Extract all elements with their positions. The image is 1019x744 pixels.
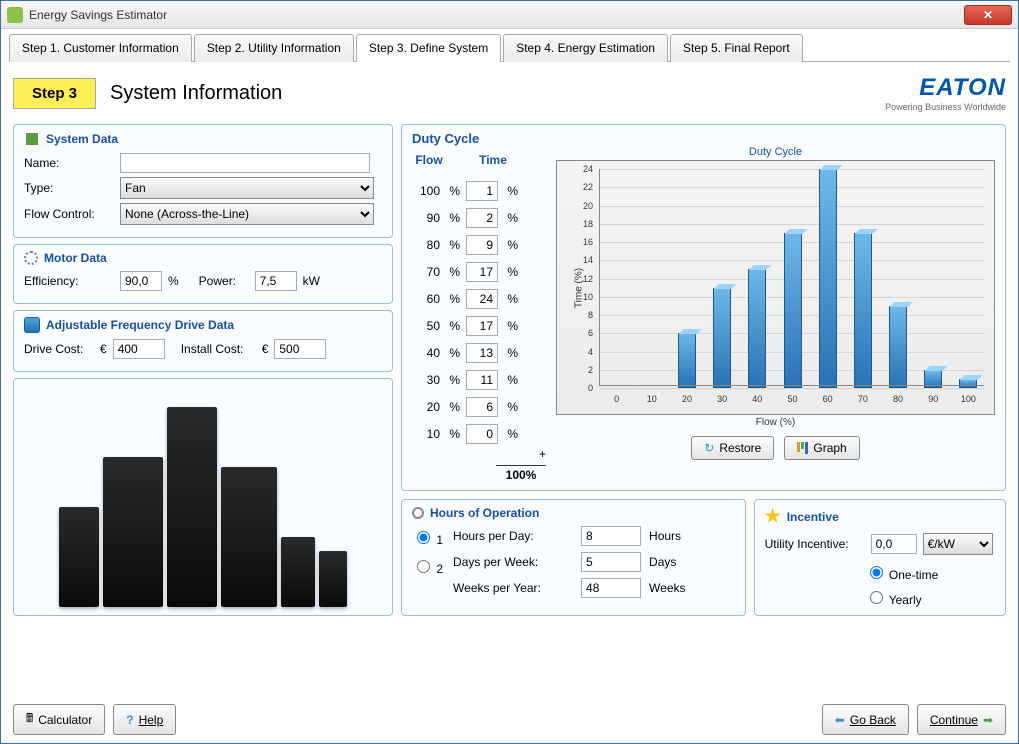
afd-panel: Adjustable Frequency Drive Data Drive Co… [13, 310, 393, 372]
tab-step-1[interactable]: Step 1. Customer Information [9, 34, 192, 62]
system-data-panel: System Data Name: Type:Fan Flow Control:… [13, 124, 393, 238]
days-per-week-input[interactable] [581, 552, 641, 572]
duty-row: 100%% [412, 177, 546, 204]
duty-time-input-50[interactable] [466, 316, 498, 336]
incentive-onetime[interactable]: One-time [865, 568, 939, 582]
chart-bar [889, 302, 907, 388]
incentive-input[interactable] [871, 534, 917, 554]
window-title: Energy Savings Estimator [29, 8, 964, 22]
duty-time-input-60[interactable] [466, 289, 498, 309]
duty-row: 50%% [412, 312, 546, 339]
duty-row: 80%% [412, 231, 546, 258]
duty-time-input-80[interactable] [466, 235, 498, 255]
tab-step-3[interactable]: Step 3. Define System [356, 34, 501, 62]
duty-time-input-10[interactable] [466, 424, 498, 444]
duty-row: 70%% [412, 258, 546, 285]
duty-row: 90%% [412, 204, 546, 231]
duty-time-input-30[interactable] [466, 370, 498, 390]
restore-button[interactable]: ↻Restore [691, 436, 774, 460]
duty-row: 10%% [412, 420, 546, 447]
drive-cost-input[interactable] [113, 339, 165, 359]
duty-cycle-panel: Duty Cycle Flow Time 100%%90%%80%%70%%60… [401, 124, 1006, 491]
duty-row: 60%% [412, 285, 546, 312]
duty-time-input-40[interactable] [466, 343, 498, 363]
weeks-per-year-input[interactable] [581, 578, 641, 598]
duty-time-input-90[interactable] [466, 208, 498, 228]
name-input[interactable] [120, 153, 370, 173]
chart-bar [784, 229, 802, 388]
incentive-yearly[interactable]: Yearly [865, 588, 922, 607]
chart-bar [959, 375, 977, 388]
page-title: System Information [110, 82, 282, 105]
type-select[interactable]: Fan [120, 177, 374, 199]
power-input[interactable] [255, 271, 297, 291]
flow-control-select[interactable]: None (Across-the-Line) [120, 203, 374, 225]
star-icon: ★ [765, 506, 781, 527]
go-back-button[interactable]: ⬅Go Back [822, 704, 909, 735]
product-image [13, 378, 393, 616]
help-button[interactable]: ?Help [113, 704, 176, 735]
chart-bar [713, 284, 731, 388]
arrow-left-icon: ⬅ [835, 713, 845, 727]
duty-time-input-70[interactable] [466, 262, 498, 282]
list-icon [24, 131, 40, 147]
chart-bar [678, 329, 696, 388]
tab-step-2[interactable]: Step 2. Utility Information [194, 34, 354, 62]
duty-row: 40%% [412, 339, 546, 366]
chart-bar [924, 366, 942, 388]
arrow-right-icon: ➡ [983, 713, 993, 727]
eaton-logo: EATON Powering Business Worldwide [885, 74, 1006, 112]
duty-cycle-chart: Time (%) 0246810121416182022240102030405… [556, 160, 995, 415]
database-icon [24, 317, 40, 333]
continue-button[interactable]: Continue➡ [917, 704, 1006, 735]
duty-time-input-20[interactable] [466, 397, 498, 417]
calculator-icon: 🖩 [26, 709, 33, 730]
graph-button[interactable]: Graph [784, 436, 859, 460]
duty-row: 20%% [412, 393, 546, 420]
app-icon [7, 7, 23, 23]
incentive-panel: ★Incentive Utility Incentive: €/kW One-t… [754, 499, 1006, 616]
clock-icon [412, 507, 424, 519]
hours-option-2[interactable]: 2 [412, 557, 443, 576]
chart-title: Duty Cycle [556, 146, 995, 158]
hours-panel: Hours of Operation 1 2 Hours per Day:Hou… [401, 499, 746, 616]
duty-time-input-100[interactable] [466, 181, 498, 201]
calculator-button[interactable]: 🖩Calculator [13, 704, 105, 735]
help-icon: ? [126, 713, 133, 727]
efficiency-input[interactable] [120, 271, 162, 291]
duty-row: 30%% [412, 366, 546, 393]
chart-bar [819, 165, 837, 388]
gear-icon [24, 251, 38, 265]
step-badge: Step 3 [13, 78, 96, 109]
install-cost-input[interactable] [274, 339, 326, 359]
hours-option-1[interactable]: 1 [412, 528, 443, 547]
tab-step-5[interactable]: Step 5. Final Report [670, 34, 803, 62]
chart-bar [854, 229, 872, 388]
chart-bar [748, 265, 766, 388]
tab-step-4[interactable]: Step 4. Energy Estimation [503, 34, 668, 62]
hours-per-day-input[interactable] [581, 526, 641, 546]
motor-data-panel: Motor Data Efficiency: % Power: kW [13, 244, 393, 304]
close-button[interactable]: ✕ [964, 5, 1012, 25]
incentive-unit-select[interactable]: €/kW [923, 533, 993, 555]
